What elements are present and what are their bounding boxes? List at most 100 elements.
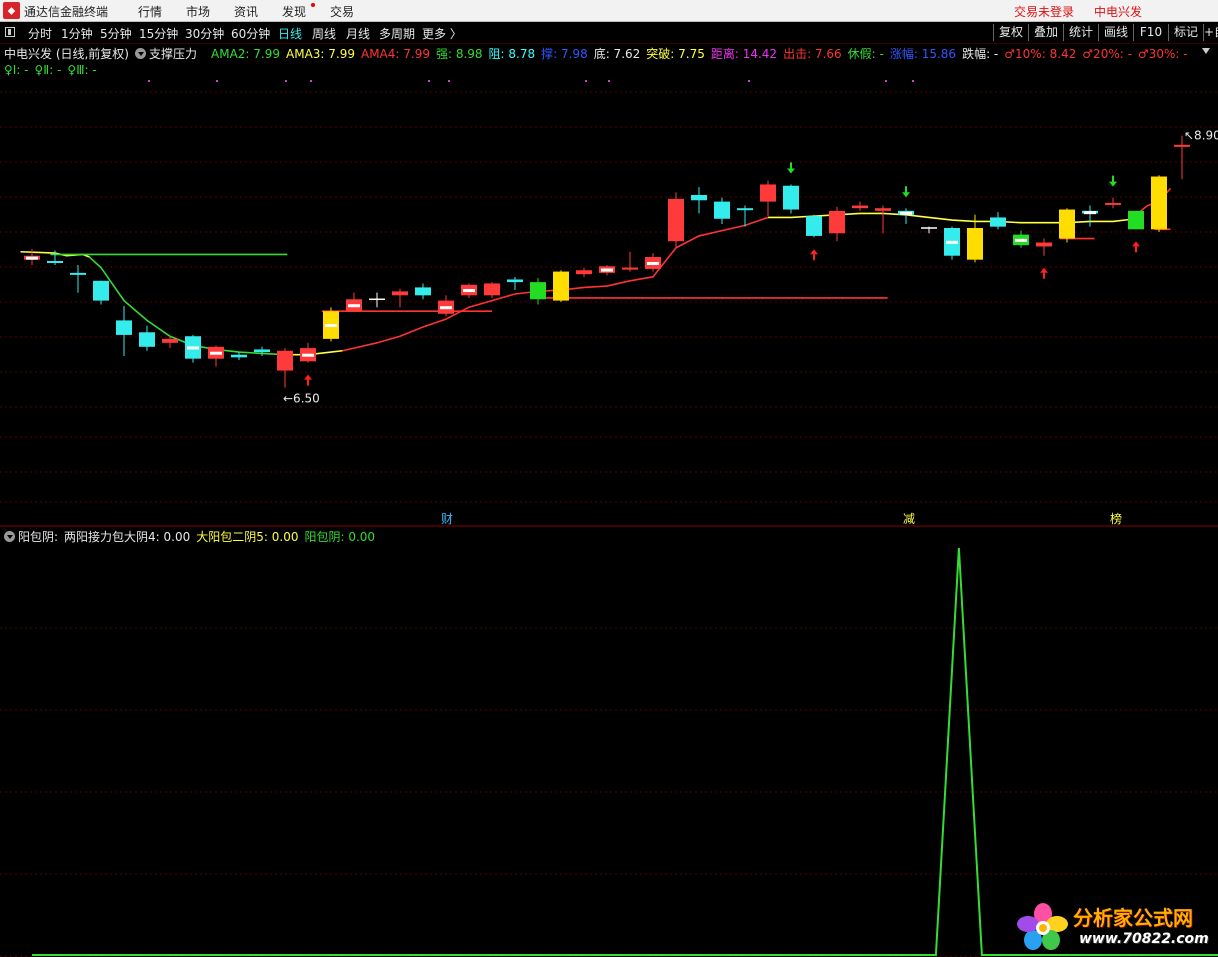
period-tab-more[interactable]: 更多 〉	[422, 25, 462, 42]
candle-18	[438, 295, 454, 317]
candle-35	[829, 206, 845, 242]
signal-dot-9	[885, 80, 887, 82]
candle-44	[1036, 238, 1052, 256]
tag-ranking: 榜	[1110, 511, 1122, 526]
period-tab-1min[interactable]: 1分钟	[61, 25, 93, 42]
main-legend: 中电兴发 (日线,前复权) 支撑压力 AMA2: 7.99 AMA3: 7.99 AMA…	[4, 45, 1194, 62]
legend-value-0: AMA2: 7.99	[211, 47, 280, 61]
period-tab-multi[interactable]: 多周期	[379, 25, 415, 42]
legend-expand-icon[interactable]	[1202, 48, 1210, 54]
candle-body-2	[70, 272, 86, 275]
candle-body-22	[530, 282, 546, 300]
up-arrow-icon-3	[1132, 241, 1140, 253]
down-arrow-icon-2	[1109, 175, 1117, 187]
period-toolbar: 分时 1分钟 5分钟 15分钟 30分钟 60分钟 日线 周线 月线 多周期 更…	[0, 22, 1218, 44]
indicator-chart[interactable]	[0, 528, 1218, 957]
menu-item-market[interactable]: 市场	[186, 3, 210, 20]
candle-body-1	[47, 261, 63, 263]
period-tab-30min[interactable]: 30分钟	[185, 25, 224, 42]
legend-value-6: 底: 7.62	[593, 47, 641, 61]
menu-item-market-quotes[interactable]: 行情	[138, 3, 162, 20]
f10-button[interactable]: F10	[1135, 23, 1167, 41]
panel-toggle-icon[interactable]	[5, 27, 15, 37]
candle-body-34	[806, 216, 822, 236]
signal-dot-10	[912, 80, 914, 82]
candle-body-35	[829, 210, 845, 234]
period-tab-5min[interactable]: 5分钟	[100, 25, 132, 42]
legend-value-8: 距离: 14.42	[710, 47, 778, 61]
signal-dot-7	[608, 80, 610, 82]
sub-indicator-dropdown-icon[interactable]	[4, 531, 15, 542]
up-arrow-icon-1	[810, 249, 818, 261]
notification-dot-icon	[311, 3, 315, 7]
candle-body-50	[1174, 144, 1190, 147]
login-status-link[interactable]: 交易未登录	[1014, 3, 1074, 20]
legend-value-3: 强: 8.98	[435, 47, 483, 61]
legend-value-1: AMA3: 7.99	[286, 47, 355, 61]
indicator-name[interactable]: 支撑压力	[149, 45, 197, 62]
signal-dot-3	[310, 80, 312, 82]
down-arrow-icon-0	[787, 162, 795, 174]
period-tab-60min[interactable]: 60分钟	[231, 25, 270, 42]
candle-15	[369, 292, 385, 308]
indicator-dropdown-icon[interactable]	[135, 48, 146, 59]
legend-value-4: 阻: 8.78	[488, 47, 536, 61]
candle-17	[415, 283, 431, 300]
adjust-button[interactable]: 复权	[995, 23, 1027, 41]
add-custom-button[interactable]: +自	[1204, 23, 1218, 41]
legend-value-14: ♂20%: -	[1082, 47, 1132, 61]
candle-body-3	[93, 280, 109, 301]
menu-item-news[interactable]: 资讯	[234, 3, 258, 20]
period-tab-weekly[interactable]: 周线	[312, 25, 336, 42]
overlay-button[interactable]: 叠加	[1030, 23, 1062, 41]
candle-9	[231, 352, 247, 360]
sub-indicator-name[interactable]: 阳包阴:	[18, 528, 58, 545]
legend2-value-0: ♀Ⅰ: -	[4, 63, 29, 77]
signal-dot-2	[285, 80, 287, 82]
candle-29	[691, 187, 707, 214]
candle-8	[208, 345, 224, 367]
candle-body-31	[737, 208, 753, 211]
indicator-value-0: 两阳接力包大阴4: 0.00	[64, 530, 191, 544]
candle-39	[921, 226, 937, 234]
marker-11	[946, 240, 958, 244]
candle-body-37	[875, 208, 891, 211]
candle-body-33	[783, 185, 799, 210]
candle-11	[277, 348, 293, 388]
candle-28	[668, 192, 684, 248]
menu-item-trade[interactable]: 交易	[330, 3, 354, 20]
period-tab-15min[interactable]: 15分钟	[139, 25, 178, 42]
period-tab-daily[interactable]: 日线	[278, 25, 302, 42]
candle-26	[622, 251, 638, 272]
indicator-value-1: 大阳包二阴5: 0.00	[196, 530, 299, 544]
legend2-value-1: ♀Ⅱ: -	[34, 63, 62, 77]
period-tab-timeshare[interactable]: 分时	[28, 25, 52, 42]
draw-line-button[interactable]: 画线	[1100, 23, 1132, 41]
period-tab-monthly[interactable]: 月线	[346, 25, 370, 42]
candle-47	[1105, 197, 1121, 209]
candle-14	[346, 292, 362, 312]
legend-value-10: 休假: -	[847, 47, 884, 61]
statistics-button[interactable]: 统计	[1065, 23, 1097, 41]
down-arrow-icon-1	[902, 186, 910, 198]
candle-3	[93, 280, 109, 305]
candle-4	[116, 305, 132, 357]
candle-45	[1059, 208, 1075, 243]
legend-value-2: AMA4: 7.99	[360, 47, 430, 61]
legend-value-13: ♂10%: 8.42	[1004, 47, 1077, 61]
candle-10	[254, 346, 270, 357]
candle-body-28	[668, 198, 684, 242]
up-arrow-icon-0	[304, 374, 312, 386]
kline-chart[interactable]: ↖8.90 ←6.50 财 减 榜	[0, 44, 1218, 528]
legend-value-9: 出击: 7.66	[783, 47, 842, 61]
marker-6	[440, 306, 452, 310]
candle-body-26	[622, 267, 638, 270]
candle-5	[139, 325, 155, 351]
mark-button[interactable]: 标记	[1170, 23, 1202, 41]
legend-value-5: 撑: 7.98	[541, 47, 588, 61]
candle-36	[852, 201, 868, 211]
candle-body-29	[691, 195, 707, 201]
menu-item-discover[interactable]: 发现	[282, 3, 306, 20]
signal-dot-0	[148, 80, 150, 82]
candle-30	[714, 197, 730, 225]
